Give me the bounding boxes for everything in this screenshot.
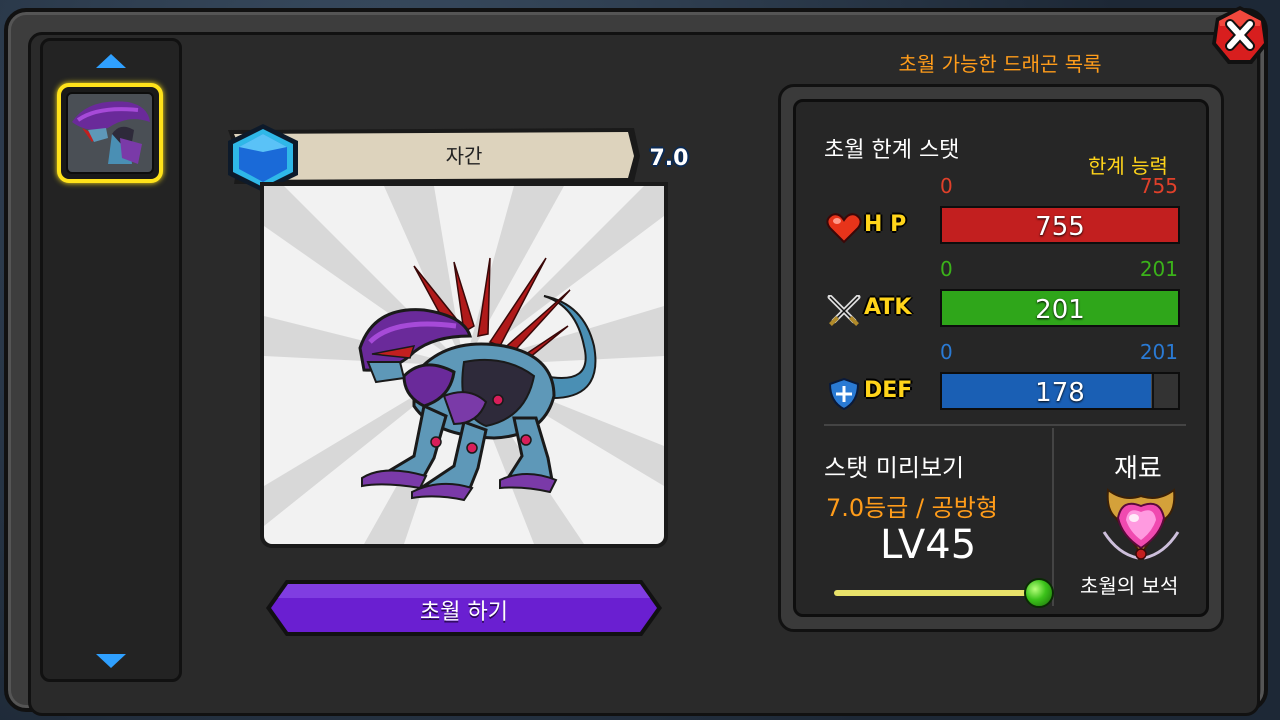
stat-row-hp: H P 0 755 755 (820, 174, 1200, 254)
transcend-button[interactable]: 초월 하기 (264, 578, 664, 638)
dragon-portrait (260, 182, 668, 548)
dragon-thumbnail-selected[interactable] (57, 83, 163, 183)
close-button[interactable] (1210, 4, 1270, 68)
stat-min-def: 0 (940, 340, 953, 364)
dragon-name: 자간 (445, 144, 483, 168)
stat-name-atk: ATK (864, 295, 912, 320)
level-slider-track[interactable] (834, 590, 1038, 596)
dragon-thumbnail-image (66, 92, 154, 174)
transcendence-gem-icon[interactable] (1098, 484, 1184, 566)
preview-level: LV45 (880, 522, 977, 568)
stat-row-atk: ATK 0 201 201 (820, 257, 1200, 337)
shield-icon (828, 378, 860, 410)
stat-min-atk: 0 (940, 257, 953, 281)
triangle-down-icon[interactable] (95, 653, 127, 669)
stat-panel: 초월 한계 스탯 한계 능력 H P 0 755 755 ATK 0 201 2… (778, 84, 1224, 632)
divider (824, 424, 1186, 426)
stat-bar-hp: 755 (940, 206, 1180, 244)
stat-bar-atk: 201 (940, 289, 1180, 327)
material-title: 재료 (1114, 454, 1162, 484)
stat-value-atk: 201 (1035, 295, 1085, 325)
grade-type-label: 7.0등급 / 공방형 (826, 494, 998, 522)
close-icon (1212, 6, 1268, 64)
stat-name-def: DEF (864, 378, 913, 403)
divider (1052, 428, 1054, 606)
stat-panel-inner: 초월 한계 스탯 한계 능력 H P 0 755 755 ATK 0 201 2… (793, 99, 1209, 617)
stat-bar-def: 178 (940, 372, 1180, 410)
stat-name-hp: H P (864, 212, 907, 237)
level-slider-knob[interactable] (1024, 578, 1054, 608)
stat-value-hp: 755 (1035, 212, 1085, 242)
limit-stat-title: 초월 한계 스탯 (824, 138, 960, 163)
transcend-button-label: 초월 하기 (420, 600, 508, 625)
heart-icon (826, 213, 862, 244)
bar-end-cap (1152, 374, 1178, 408)
stat-value-def: 178 (1035, 378, 1085, 408)
stat-row-def: DEF 0 201 178 (820, 340, 1200, 420)
dragon-list-panel (40, 38, 182, 682)
dragon-title-plate: 20 자간 7.0 (224, 122, 688, 192)
crossed-swords-icon (827, 295, 861, 326)
material-name: 초월의 보석 (1080, 574, 1179, 598)
dragon-artwork (358, 257, 597, 502)
transcendable-list-heading: 초월 가능한 드래곤 목록 (898, 52, 1102, 76)
stat-max-atk: 201 (1139, 257, 1178, 281)
dragon-grade: 7.0 (649, 146, 689, 171)
stat-min-hp: 0 (940, 174, 953, 198)
stat-preview-title: 스탯 미리보기 (824, 454, 965, 482)
stat-max-def: 201 (1139, 340, 1178, 364)
triangle-up-icon[interactable] (95, 53, 127, 69)
stat-max-hp: 755 (1139, 174, 1178, 198)
